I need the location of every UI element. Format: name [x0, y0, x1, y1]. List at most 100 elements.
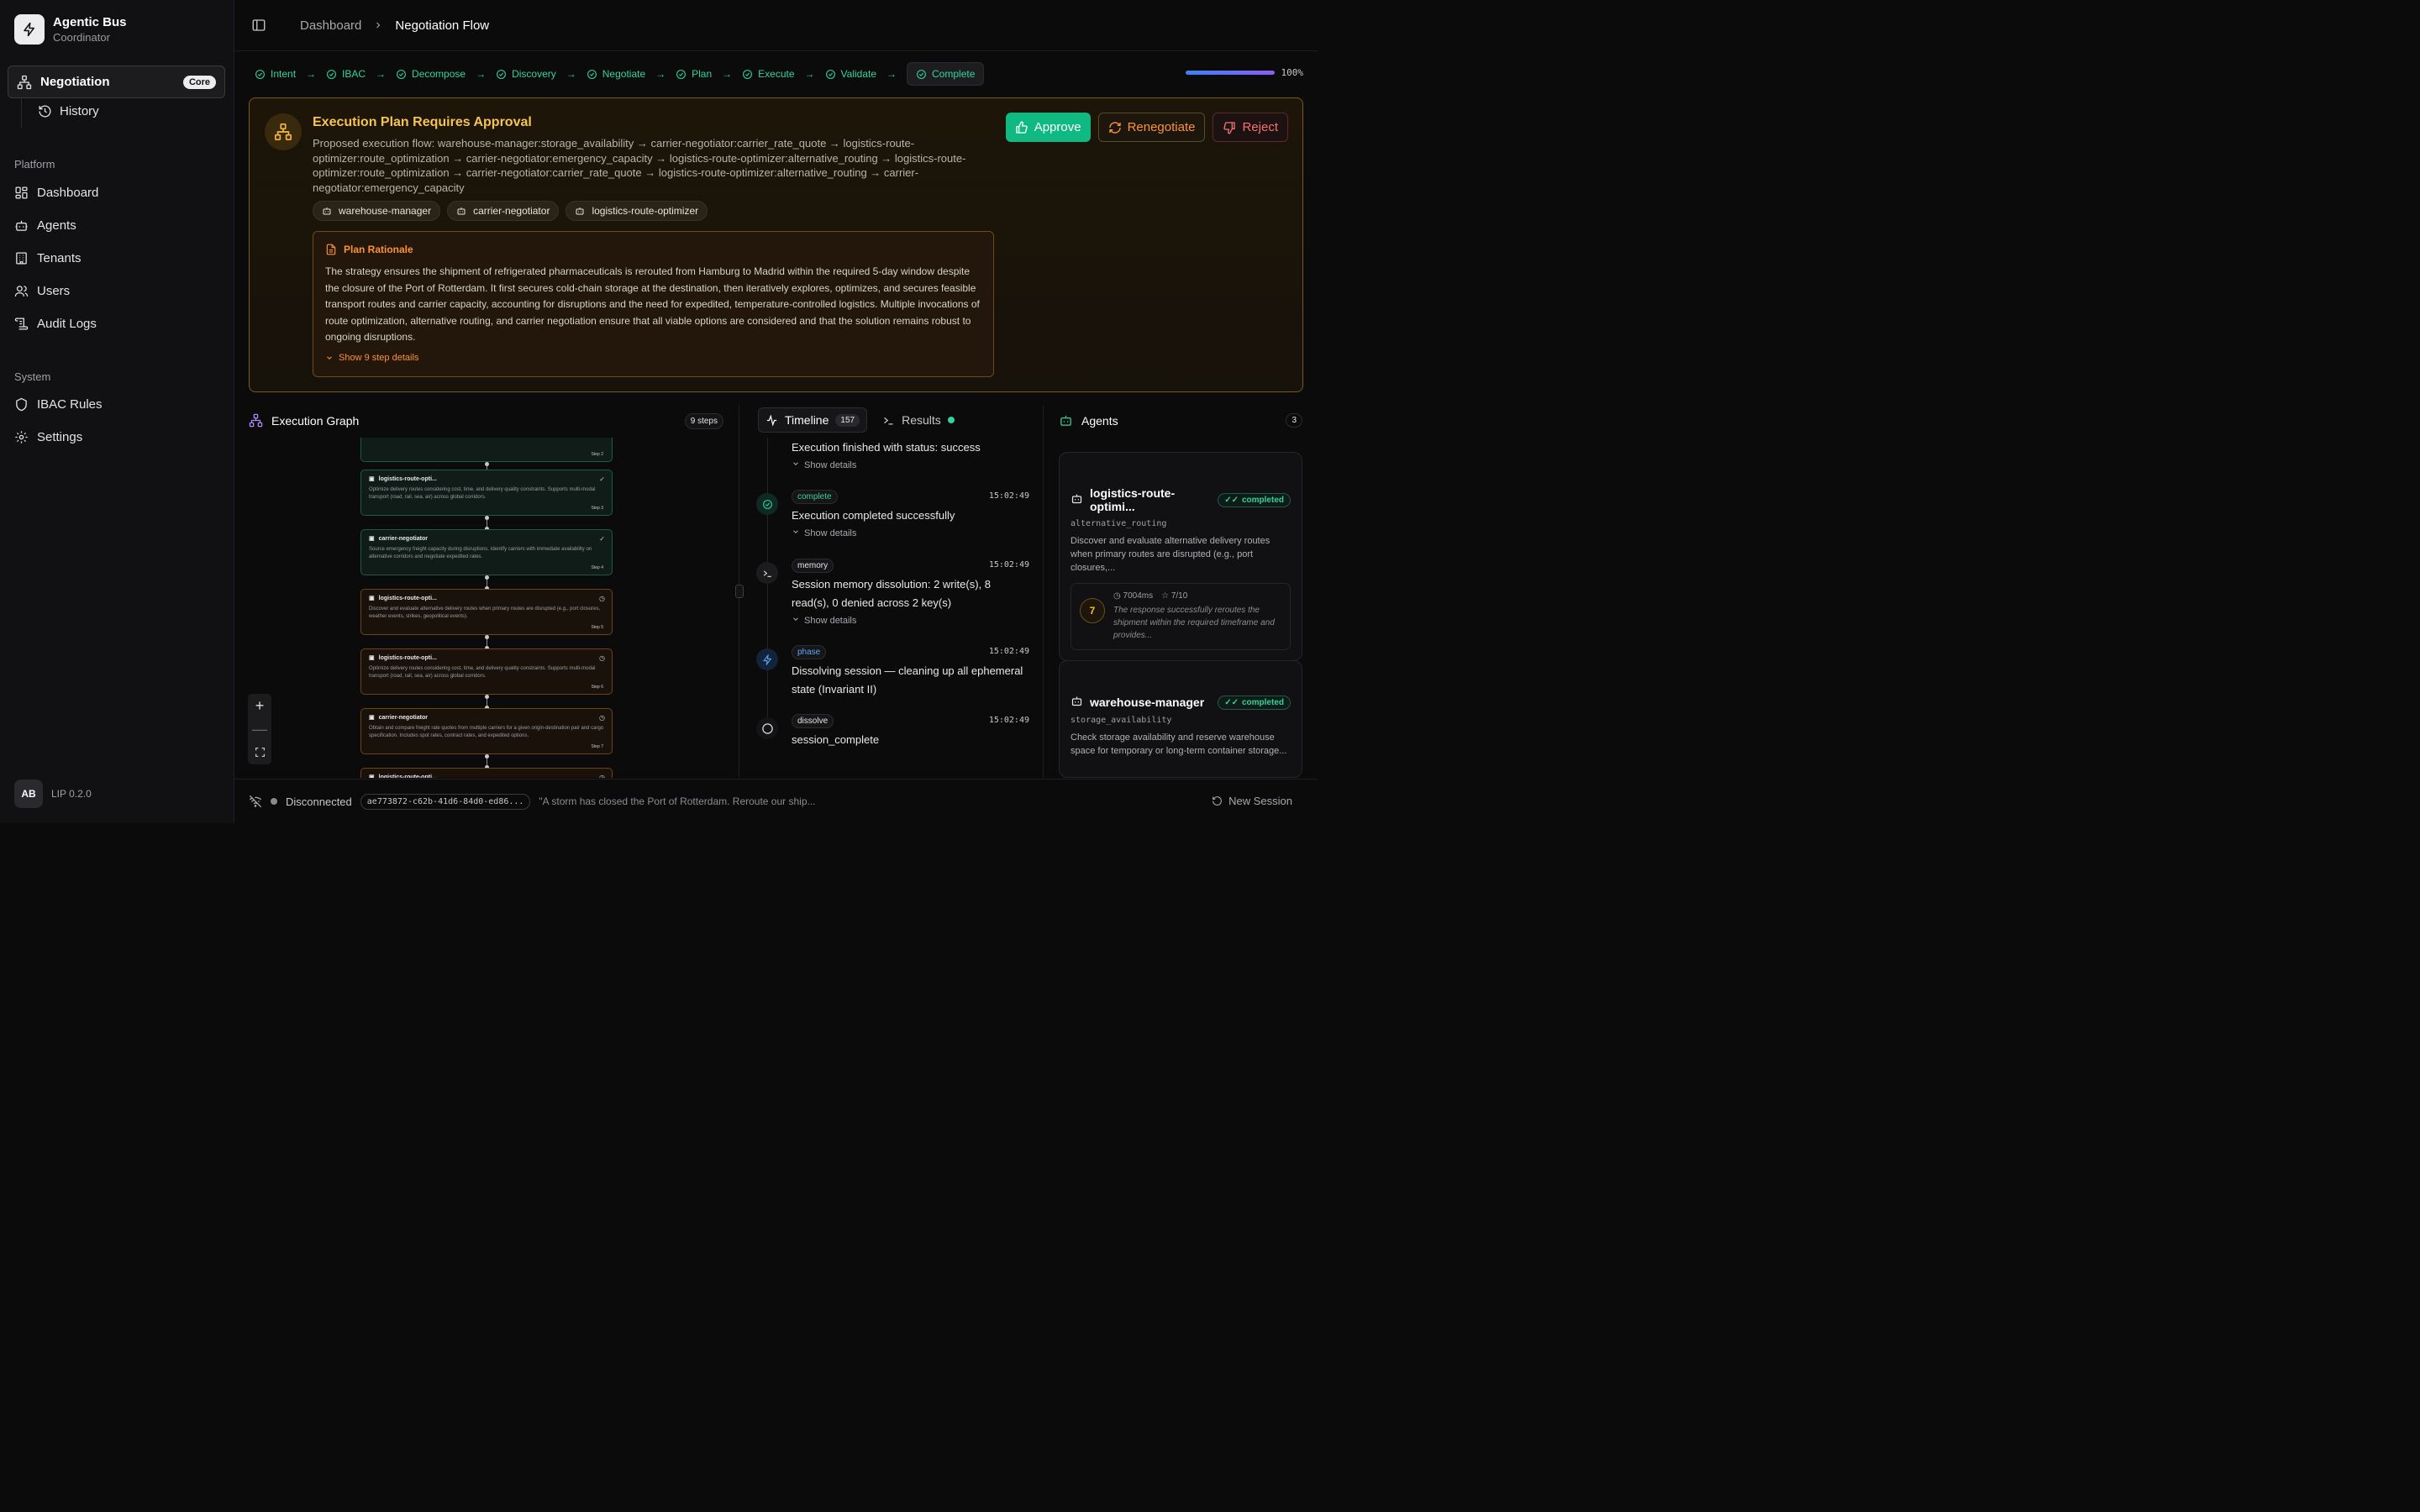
users-icon [14, 284, 29, 298]
sidebar-item-users[interactable]: Users [14, 284, 70, 298]
reject-button[interactable]: Reject [1213, 113, 1288, 142]
sidebar-item-negotiation[interactable]: Negotiation Core [8, 66, 225, 98]
sidebar-item-settings[interactable]: Settings [14, 430, 82, 444]
agent-card[interactable]: logistics-route-optimi... ✓✓ completed al… [1059, 452, 1302, 661]
node-description: Obtain and compare freight rate quotes f… [369, 726, 604, 738]
tab-timeline[interactable]: Timeline 157 [758, 407, 868, 433]
bot-icon [575, 206, 585, 216]
bot-icon: ▣ [369, 774, 375, 778]
node-description: Source emergency freight capacity during… [369, 547, 592, 559]
tab-results-label: Results [902, 413, 941, 427]
graph-canvas[interactable]: ▣ Step 2 ✓ ▣logistics-route-opti... Opti… [234, 438, 739, 778]
user-footer[interactable]: AB LIP 0.2.0 [14, 780, 92, 808]
session-id-badge[interactable]: ae773872-c62b-41d6-84d0-ed86... [360, 793, 531, 810]
node-description: Optimize delivery routes considering cos… [369, 487, 596, 500]
pipeline-step-execute[interactable]: Execute [742, 68, 795, 80]
pipeline-step-ibac[interactable]: IBAC [326, 68, 366, 80]
sidebar-item-agents[interactable]: Agents [14, 218, 76, 233]
agent-chip-label: carrier-negotiator [473, 205, 550, 217]
edge-handle[interactable] [485, 462, 489, 466]
show-details-toggle[interactable]: Show details [792, 615, 1031, 626]
zoom-in-icon[interactable]: + [255, 697, 265, 715]
sidebar-item-ibac-rules[interactable]: IBAC Rules [14, 397, 103, 412]
zoom-out-icon[interactable]: — [252, 721, 267, 738]
pipeline-step-plan[interactable]: Plan [676, 68, 712, 80]
renegotiate-button[interactable]: Renegotiate [1097, 113, 1206, 142]
approve-button[interactable]: Approve [1005, 113, 1091, 142]
edge-handle[interactable] [485, 695, 489, 699]
pipeline-step-negotiate[interactable]: Negotiate [587, 68, 645, 80]
history-icon [38, 104, 52, 118]
pipeline-step-discovery[interactable]: Discovery [496, 68, 556, 80]
evaluation-box: 7 ◷ 7004ms ☆ 7/10 The response successfu… [1071, 583, 1291, 650]
edge-handle[interactable] [485, 516, 489, 520]
graph-node[interactable]: ▣ logistics-route-opti... ◷ [360, 768, 613, 778]
agent-capability: storage_availability [1071, 716, 1172, 725]
pipeline-step-decompose[interactable]: Decompose [396, 68, 466, 80]
sidebar-item-tenants[interactable]: Tenants [14, 251, 82, 265]
pipeline-step-validate[interactable]: Validate [825, 68, 876, 80]
sidebar-item-history[interactable]: History [38, 104, 99, 118]
sidebar-item-audit-logs[interactable]: Audit Logs [14, 317, 97, 331]
node-agent: logistics-route-opti... [378, 654, 437, 661]
node-step: Step 4 [591, 565, 603, 570]
shield-icon [14, 397, 29, 412]
show-step-details-toggle[interactable]: Show 9 step details [325, 353, 418, 363]
step-label: Decompose [412, 68, 466, 80]
clock-icon: ◷ [599, 654, 605, 662]
graph-title: Execution Graph [271, 413, 360, 428]
agent-capability: alternative_routing [1071, 519, 1167, 528]
check-circle-icon [396, 69, 407, 80]
event-type-badge: memory [792, 559, 834, 573]
arrow-right-icon: → [306, 68, 317, 80]
step-label: Complete [932, 68, 976, 80]
agent-description: Discover and evaluate alternative delive… [1071, 536, 1270, 573]
agent-chip-label: logistics-route-optimizer [592, 205, 699, 217]
agent-chips: warehouse-manager carrier-negotiator logis… [313, 201, 708, 221]
node-step: Step 3 [591, 506, 603, 511]
divider [21, 99, 22, 128]
timeline-event: Execution finished with status: success S… [792, 438, 1031, 470]
approval-title: Execution Plan Requires Approval [313, 115, 532, 129]
check-icon: ✓ [599, 535, 605, 543]
edge-handle[interactable] [485, 754, 489, 759]
arrow-right-icon: → [722, 68, 733, 80]
pipeline-step-intent[interactable]: Intent [255, 68, 296, 80]
new-session-button[interactable]: New Session [1212, 795, 1292, 807]
agent-card[interactable]: warehouse-manager ✓✓ completed storage_av… [1059, 660, 1302, 778]
check-circle-icon [916, 69, 927, 80]
sidebar-toggle-icon[interactable] [251, 18, 266, 33]
graph-node[interactable]: ▣ logistics-route-opti... Optimize delive… [360, 470, 613, 516]
show-details-toggle[interactable]: Show details [792, 528, 1031, 538]
show-details-label: Show details [804, 615, 857, 626]
arrow-right-icon: → [566, 68, 576, 80]
breadcrumb-dashboard[interactable]: Dashboard [300, 18, 361, 33]
sidebar-item-label: Settings [37, 430, 83, 444]
chevron-down-icon [325, 354, 334, 362]
tab-results[interactable]: Results [876, 408, 961, 432]
edge-handle[interactable] [485, 575, 489, 580]
edge-handle[interactable] [485, 635, 489, 639]
latency: 7004ms [1123, 591, 1154, 601]
bot-icon: ▣ [369, 536, 375, 542]
check-circle-icon [587, 69, 597, 80]
sidebar-item-label: Negotiation [40, 75, 110, 89]
check-icon: ✓ [599, 475, 605, 483]
arrow-right-icon: → [804, 68, 815, 80]
bot-icon: ▣ [369, 596, 375, 601]
graph-node[interactable]: ▣ carrier-negotiator Obtain and compare f… [360, 708, 613, 754]
graph-node[interactable]: ▣ logistics-route-opti... Optimize delive… [360, 648, 613, 695]
graph-node[interactable]: ▣ logistics-route-opti... Discover and ev… [360, 589, 613, 635]
graph-node[interactable]: ▣ Step 2 ✓ [360, 438, 613, 462]
brand[interactable]: Agentic Bus Coordinator [14, 14, 127, 45]
event-message: Execution completed successfully [792, 509, 955, 522]
check-circle-icon [326, 69, 337, 80]
avatar[interactable]: AB [14, 780, 43, 808]
graph-node[interactable]: ▣ carrier-negotiator Source emergency fre… [360, 529, 613, 575]
sidebar-item-dashboard[interactable]: Dashboard [14, 186, 98, 200]
chevron-right-icon [373, 20, 383, 30]
pipeline-step-complete[interactable]: Complete [907, 62, 985, 86]
star-icon: ☆ [1161, 591, 1170, 601]
show-details-toggle[interactable]: Show details [792, 459, 1031, 470]
fit-view-icon[interactable] [255, 744, 266, 762]
